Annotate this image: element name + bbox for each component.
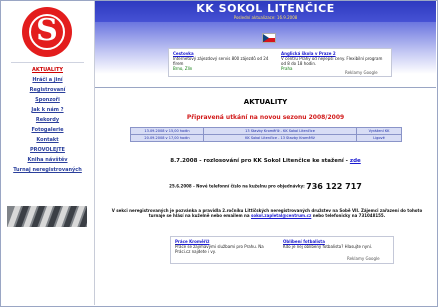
sidebar-item-fotogalerie[interactable]: Fotogalerie xyxy=(1,125,94,135)
site-title: KK SOKOL LITENČICE xyxy=(196,2,335,15)
match-date: 20.09.2008 v 17,00 hodin xyxy=(130,134,204,142)
club-logo[interactable]: S xyxy=(22,7,72,57)
ad-text: Internetový zájezdový servis 800 zájezdů… xyxy=(173,56,269,66)
last-update: Poslední aktualizace: 16.9.2008 xyxy=(233,15,298,20)
section-title: AKTUALITY xyxy=(243,98,288,106)
news-item-phone: 25.6.2008 - Nové telefonní číslo na kuže… xyxy=(95,182,436,191)
header-divider xyxy=(95,87,436,88)
sidebar-item-hraci[interactable]: Hráči a jiní xyxy=(1,75,94,85)
match-teams: KK Sokol Litenčice - 13 Stavby Kroměříž xyxy=(203,134,357,142)
sidebar-item-kniha-navstev[interactable]: Kniha návštěv xyxy=(1,155,94,165)
table-row: 20.09.2008 v 17,00 hodin KK Sokol Litenč… xyxy=(130,134,402,142)
top-ad-right[interactable]: Anglická škola v Praze 2 V centru Prahy … xyxy=(281,51,385,71)
sidebar-item-jak-k-nam[interactable]: Jak k nám ? xyxy=(1,105,94,115)
sidebar-item-turnaj[interactable]: Turnaj neregistrovaných xyxy=(1,165,94,175)
news-text-tail: nebo telefonicky na 731048155. xyxy=(312,213,386,218)
match-type: Ligové xyxy=(356,134,402,142)
ad-text: Kdo je nej oblíbený fotbalista? Hlasujte… xyxy=(283,244,373,249)
ad-text: V centru Prahy od nejlepší ceny. Flexibi… xyxy=(281,56,383,66)
download-link[interactable]: zde xyxy=(350,158,361,164)
sidebar-item-sponzori[interactable]: Sponzoři xyxy=(1,95,94,105)
bottom-ad-block: Práce Kroměříž Práce se zajímavými služb… xyxy=(170,236,394,264)
news-text: 25.6.2008 - Nové telefonní číslo na kuže… xyxy=(169,183,305,189)
phone-number: 736 122 717 xyxy=(306,182,362,191)
nav-divider xyxy=(11,62,84,63)
sidebar-item-rekordy[interactable]: Rekordy xyxy=(1,115,94,125)
news-item-schedule-download: 8.7.2008 - rozlosování pro KK Sokol Lite… xyxy=(95,158,436,164)
sidebar-item-aktuality[interactable]: AKTUALITY xyxy=(1,65,94,75)
season-title: Připravená utkání na novou sezonu 2008/2… xyxy=(186,114,345,121)
logo-letter: S xyxy=(36,13,58,48)
news-item-tournament: V sekci neregistrovaných je pozvánka a p… xyxy=(103,208,431,218)
sidebar-item-registrovani[interactable]: Registrovaní xyxy=(1,85,94,95)
sidebar-item-provolejte[interactable]: PROVOLEJTE xyxy=(1,145,94,155)
bottom-ad-right[interactable]: Oblíbení fotbalista Kdo je nej oblíbený … xyxy=(283,239,387,249)
site-header: KK SOKOL LITENČICE Poslední aktualizace:… xyxy=(95,1,436,22)
sidebar-nav: AKTUALITY Hráči a jiní Registrovaní Spon… xyxy=(1,65,94,175)
google-ads-label[interactable]: Reklamy Google xyxy=(345,70,378,75)
match-type: Vyrážení KK xyxy=(356,127,402,135)
sidebar: S AKTUALITY Hráči a jiní Registrovaní Sp… xyxy=(1,1,95,305)
sidebar-item-kontakt[interactable]: Kontakt xyxy=(1,135,94,145)
tire-banner-image[interactable] xyxy=(7,206,87,227)
czech-flag-icon xyxy=(262,33,276,43)
match-teams: 13 Stavby Kroměříž - KK Sokol Litenčice xyxy=(203,127,357,135)
email-link[interactable]: sokol.zapletal@centrum.cz xyxy=(251,213,311,218)
top-ad-left[interactable]: Cestovka Internetový zájezdový servis 80… xyxy=(173,51,273,71)
ad-url: Brno, Zlín xyxy=(173,66,193,71)
top-ad-block: Cestovka Internetový zájezdový servis 80… xyxy=(168,48,392,77)
bottom-ad-left[interactable]: Práce Kroměříž Práce se zajímavými služb… xyxy=(175,239,275,254)
match-schedule-table: 13.09.2008 v 15,00 hodin 13 Stavby Kromě… xyxy=(130,127,402,142)
ad-text: Práce se zajímavými službami pro Prahu. … xyxy=(175,244,264,254)
table-row: 13.09.2008 v 15,00 hodin 13 Stavby Kromě… xyxy=(130,127,402,135)
match-date: 13.09.2008 v 15,00 hodin xyxy=(130,127,204,135)
google-ads-label[interactable]: Reklamy Google xyxy=(347,256,380,261)
news-text: 8.7.2008 - rozlosování pro KK Sokol Lite… xyxy=(170,158,348,164)
